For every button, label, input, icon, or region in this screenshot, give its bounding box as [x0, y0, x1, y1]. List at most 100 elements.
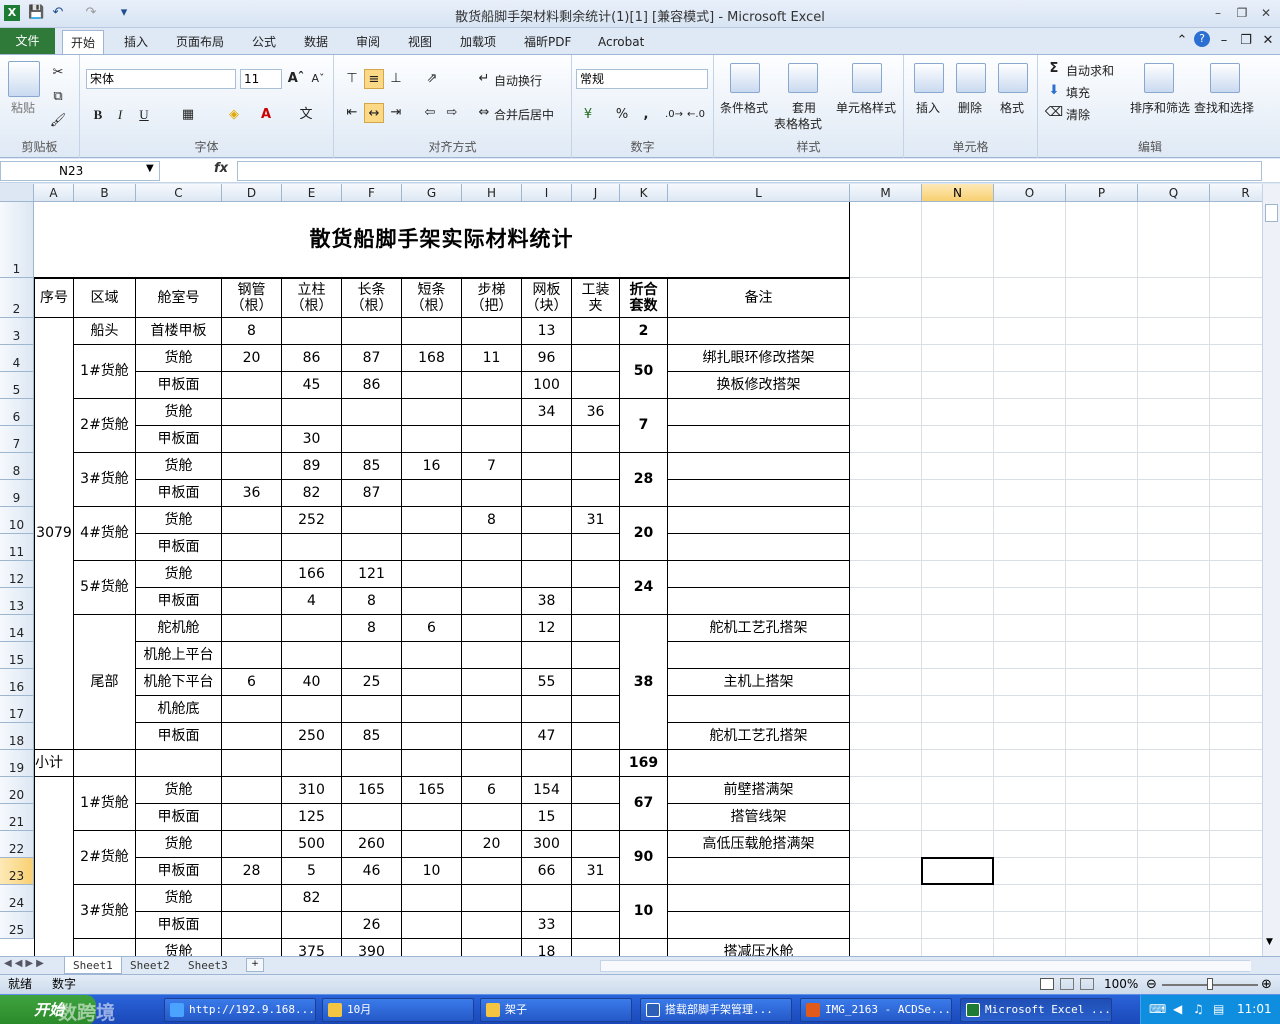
note-cell[interactable] [668, 885, 850, 912]
tab-page-layout[interactable]: 页面布局 [168, 30, 232, 54]
subtotal-cell[interactable] [282, 750, 342, 777]
note-cell[interactable] [668, 453, 850, 480]
value-cell[interactable]: 15 [522, 804, 572, 831]
value-cell[interactable]: 38 [522, 588, 572, 615]
restore-icon[interactable]: ❐ [1231, 4, 1253, 22]
value-cell[interactable]: 8 [462, 507, 522, 534]
format-table-button-2[interactable]: 表格格式 [774, 115, 822, 132]
borders-icon[interactable]: ▦ [178, 105, 198, 125]
area-h4[interactable]: 4#货舱 [74, 507, 136, 561]
row-header-6[interactable]: 6 [0, 399, 34, 426]
zoom-in-icon[interactable]: ⊕ [1261, 975, 1272, 994]
subtotal-cell[interactable] [74, 750, 136, 777]
tab-addins[interactable]: 加载项 [452, 30, 504, 54]
value-cell[interactable] [462, 912, 522, 939]
value-cell[interactable] [402, 534, 462, 561]
cabin-cell[interactable]: 甲板面 [136, 480, 222, 507]
row-header-23[interactable]: 23 [0, 858, 34, 885]
cabin-cell[interactable]: 机舱底 [136, 696, 222, 723]
column-header-d[interactable]: D [222, 184, 282, 202]
cabin-cell[interactable]: 货舱 [136, 453, 222, 480]
note-cell[interactable] [668, 480, 850, 507]
value-cell[interactable] [222, 561, 282, 588]
value-cell[interactable]: 85 [342, 723, 402, 750]
fill-button[interactable]: 填充 [1066, 84, 1090, 101]
value-cell[interactable] [342, 534, 402, 561]
value-cell[interactable]: 8 [342, 615, 402, 642]
tab-acrobat[interactable]: Acrobat [590, 30, 652, 54]
column-header-m[interactable]: M [850, 184, 922, 202]
increase-indent-icon[interactable]: ⇨ [442, 103, 462, 123]
value-cell[interactable] [572, 345, 620, 372]
value-cell[interactable] [522, 696, 572, 723]
value-cell[interactable] [402, 588, 462, 615]
subtotal-cell[interactable] [222, 750, 282, 777]
font-name-combo[interactable]: 宋体 [86, 69, 236, 89]
value-cell[interactable] [462, 615, 522, 642]
tab-view[interactable]: 视图 [400, 30, 440, 54]
row-header-10[interactable]: 10 [0, 507, 34, 534]
autosum-button[interactable]: 自动求和 [1066, 62, 1114, 79]
value-cell[interactable] [342, 642, 402, 669]
area-h1[interactable]: 1#货舱 [74, 345, 136, 399]
value-cell[interactable]: 500 [282, 831, 342, 858]
value-cell[interactable]: 82 [282, 885, 342, 912]
value-cell[interactable]: 375 [282, 939, 342, 956]
column-header-j[interactable]: J [572, 184, 620, 202]
row-header-12[interactable]: 12 [0, 561, 34, 588]
row-header-20[interactable]: 20 [0, 777, 34, 804]
value-cell[interactable]: 300 [522, 831, 572, 858]
value-cell[interactable]: 6 [222, 669, 282, 696]
header-area[interactable]: 区域 [74, 278, 136, 318]
value-cell[interactable]: 154 [522, 777, 572, 804]
cabin-cell[interactable]: 首楼甲板 [136, 318, 222, 345]
cell-styles-icon[interactable] [852, 63, 882, 93]
value-cell[interactable]: 121 [342, 561, 402, 588]
value-cell[interactable] [572, 588, 620, 615]
help-icon[interactable]: ? [1194, 31, 1210, 47]
row-header-8[interactable]: 8 [0, 453, 34, 480]
name-box[interactable]: N23 [0, 161, 160, 181]
cabin-cell[interactable]: 货舱 [136, 561, 222, 588]
row-header-3[interactable]: 3 [0, 318, 34, 345]
value-cell[interactable] [222, 831, 282, 858]
value-cell[interactable] [522, 480, 572, 507]
value-cell[interactable] [402, 507, 462, 534]
value-cell[interactable] [462, 723, 522, 750]
clear-icon[interactable]: ⌫ [1044, 103, 1064, 123]
value-cell[interactable]: 33 [522, 912, 572, 939]
value-cell[interactable]: 40 [282, 669, 342, 696]
note-cell[interactable] [668, 534, 850, 561]
header-short[interactable]: 短条 （根） [402, 278, 462, 318]
find-select-icon[interactable] [1210, 63, 1240, 93]
value-cell[interactable] [222, 804, 282, 831]
cabin-cell[interactable]: 甲板面 [136, 426, 222, 453]
column-header-l[interactable]: L [668, 184, 850, 202]
value-cell[interactable]: 168 [402, 345, 462, 372]
value-cell[interactable]: 86 [282, 345, 342, 372]
subtotal-cell[interactable] [522, 750, 572, 777]
area-h5[interactable]: 5#货舱 [74, 561, 136, 615]
value-cell[interactable]: 66 [522, 858, 572, 885]
column-header-n[interactable]: N [922, 184, 994, 202]
cabin-cell[interactable]: 舵机舱 [136, 615, 222, 642]
minimize-icon[interactable]: – [1207, 4, 1229, 22]
column-header-k[interactable]: K [620, 184, 668, 202]
insert-function-button[interactable]: fx [214, 161, 228, 176]
value-cell[interactable]: 26 [342, 912, 402, 939]
value-cell[interactable] [402, 723, 462, 750]
phonetic-icon[interactable]: 文 [296, 105, 316, 125]
note-cell[interactable] [668, 507, 850, 534]
value-cell[interactable]: 5 [282, 858, 342, 885]
formula-input[interactable] [237, 161, 1262, 181]
value-cell[interactable] [572, 696, 620, 723]
value-cell[interactable] [462, 939, 522, 956]
sort-filter-icon[interactable] [1144, 63, 1174, 93]
value-cell[interactable]: 34 [522, 399, 572, 426]
value-cell[interactable]: 86 [342, 372, 402, 399]
row-header-11[interactable]: 11 [0, 534, 34, 561]
taskbar-item-excel[interactable]: Microsoft Excel ... [960, 998, 1112, 1022]
row-header-13[interactable]: 13 [0, 588, 34, 615]
cabin-cell[interactable]: 货舱 [136, 939, 222, 956]
column-header-e[interactable]: E [282, 184, 342, 202]
